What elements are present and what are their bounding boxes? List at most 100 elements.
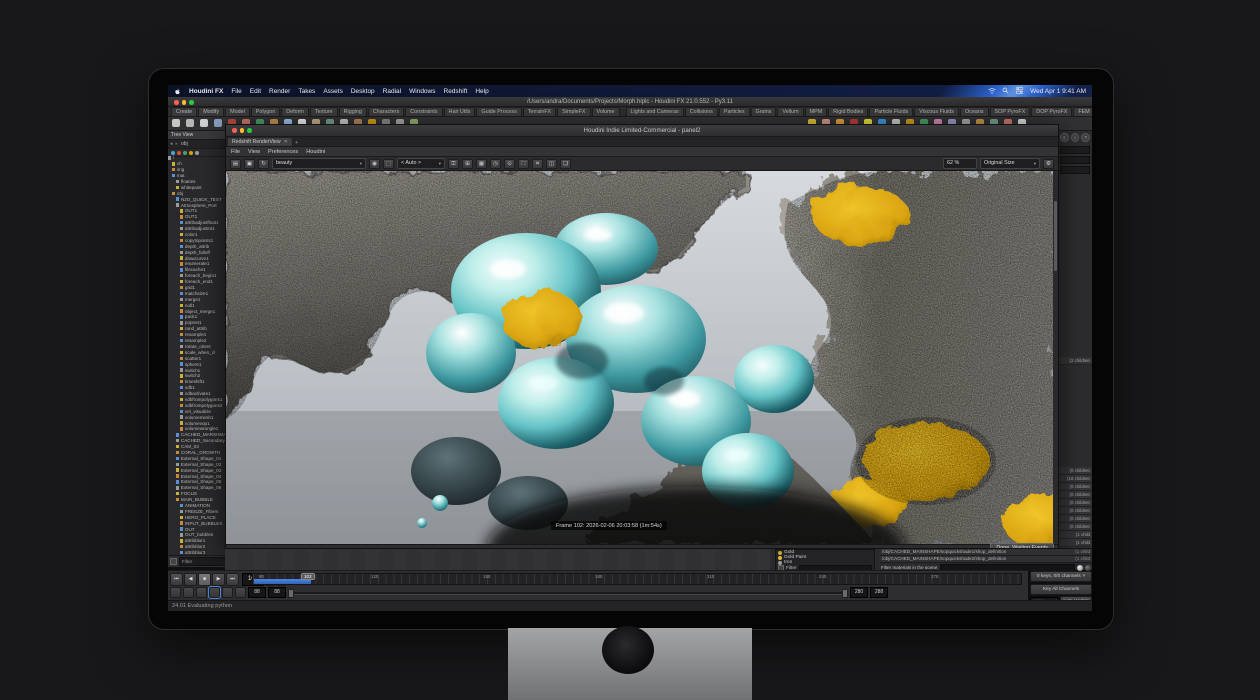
key-mode-icon[interactable] xyxy=(222,587,233,598)
key-all-channels-button[interactable]: Key All Channels xyxy=(1030,584,1092,595)
scroll-thumb[interactable] xyxy=(1054,201,1057,271)
loop-toggle-icon[interactable] xyxy=(196,587,207,598)
shelf-tab[interactable]: Volume xyxy=(592,107,620,116)
children-count-row[interactable]: (0 children xyxy=(1058,507,1092,515)
gear-icon[interactable]: ⚙ xyxy=(1043,159,1054,169)
render-window-titlebar[interactable]: Houdini Indie Limited-Commercial - panel… xyxy=(226,125,1058,137)
save-image-icon[interactable]: ▤ xyxy=(230,159,241,169)
shelf-tab[interactable]: Viscous Fluids xyxy=(914,107,959,116)
filter-dot-icon[interactable] xyxy=(177,151,181,155)
checker-icon[interactable]: ▦ xyxy=(476,159,487,169)
shelf-tool-icon[interactable] xyxy=(214,119,222,127)
minimize-window-icon[interactable] xyxy=(182,100,187,105)
layers-icon[interactable]: ❏ xyxy=(560,159,571,169)
zoom-window-icon[interactable] xyxy=(189,100,194,105)
zoom-tool-icon[interactable]: ⌕ xyxy=(1060,133,1069,142)
range-slider[interactable] xyxy=(288,588,848,597)
render-menu-item[interactable]: File xyxy=(231,149,240,155)
menubar-menu-item[interactable]: Redshift xyxy=(444,88,468,95)
shelf-tab[interactable]: Grains xyxy=(751,107,777,116)
control-center-icon[interactable] xyxy=(1016,87,1024,95)
shelf-tab[interactable]: Modify xyxy=(198,107,224,116)
target-icon[interactable]: ⊙ xyxy=(504,159,515,169)
children-count-row[interactable]: (0 children xyxy=(1058,491,1092,499)
menubar-menu-item[interactable]: Radial xyxy=(383,88,401,95)
play-button[interactable]: ▶ xyxy=(212,573,225,586)
shelf-tab[interactable]: SOP PyroFX xyxy=(990,107,1031,116)
range-start2-field[interactable]: 88 xyxy=(268,587,286,598)
realtime-toggle-icon[interactable] xyxy=(170,587,181,598)
zoom-percent-field[interactable]: 62 % xyxy=(943,158,977,169)
menubar-menu-item[interactable]: File xyxy=(231,88,241,95)
global-end-field[interactable]: 288 xyxy=(870,587,888,598)
filter-dot-icon[interactable] xyxy=(189,151,193,155)
tree-pane-tab[interactable]: Tree View xyxy=(168,131,227,140)
back-arrow-icon[interactable]: ◂ xyxy=(170,141,173,147)
close-tab-icon[interactable]: ✕ xyxy=(284,139,288,145)
range-slider-left-cap[interactable] xyxy=(288,589,294,598)
bucket-icon[interactable]: ◉ xyxy=(369,159,380,169)
info-icon[interactable]: i xyxy=(1071,133,1080,142)
shelf-tab[interactable]: Particles xyxy=(719,107,750,116)
add-tab-icon[interactable]: + xyxy=(295,140,298,146)
audio-toggle-icon[interactable] xyxy=(183,587,194,598)
compare-icon[interactable]: ◫ xyxy=(546,159,557,169)
shelf-tab[interactable]: SimpleFX xyxy=(557,107,590,116)
jump-end-button[interactable]: ⏭ xyxy=(226,573,239,586)
shelf-tab[interactable]: Hair Utils xyxy=(444,107,476,116)
refresh-icon[interactable]: ↻ xyxy=(258,159,269,169)
shelf-tab[interactable]: Collisions xyxy=(685,107,718,116)
shelf-tab[interactable]: MPM xyxy=(805,107,828,116)
children-count-row[interactable]: (18 children xyxy=(1058,475,1092,483)
material-ball-icon[interactable] xyxy=(1077,565,1083,571)
tree-filter-input[interactable]: Filter xyxy=(179,557,226,566)
render-scrollbar[interactable] xyxy=(1053,171,1058,544)
snapshot-icon[interactable]: ▣ xyxy=(244,159,255,169)
scope-icon[interactable] xyxy=(235,587,246,598)
menubar-menu-item[interactable]: Help xyxy=(475,88,488,95)
menubar-menu-item[interactable]: Assets xyxy=(323,88,343,95)
minimize-window-icon[interactable] xyxy=(240,128,245,133)
filter-dot-icon[interactable] xyxy=(183,151,187,155)
range-end-field[interactable]: 280 xyxy=(850,587,868,598)
menubar-menu-item[interactable]: Edit xyxy=(250,88,261,95)
filter-checkbox[interactable] xyxy=(170,558,177,565)
children-count-row[interactable]: (2 children xyxy=(1058,357,1092,365)
shelf-tab[interactable]: Oceans xyxy=(960,107,989,116)
network-editor-background[interactable] xyxy=(225,549,770,571)
expand-icon[interactable]: ⛶ xyxy=(518,159,529,169)
parameter-field[interactable] xyxy=(1060,166,1090,174)
size-select[interactable]: Original Size ▾ xyxy=(980,158,1040,169)
shelf-tool-icon[interactable] xyxy=(172,119,180,127)
children-count-row[interactable]: (0 children xyxy=(1058,467,1092,475)
shop-definition-row[interactable]: /obj/CACHED_MAINSHAPE/sopquickshade1/sho… xyxy=(880,549,1092,556)
shelf-tab[interactable]: Characters xyxy=(368,107,404,116)
close-window-icon[interactable] xyxy=(174,100,179,105)
children-count-row[interactable]: (0 children xyxy=(1058,483,1092,491)
shelf-tab[interactable]: TerrainFX xyxy=(523,107,556,116)
shelf-tab[interactable]: Create xyxy=(171,107,197,116)
playhead[interactable]: 102 xyxy=(301,573,315,580)
children-count-row[interactable]: (0 children xyxy=(1058,523,1092,531)
search-icon[interactable] xyxy=(1002,87,1010,95)
shelf-tab[interactable]: Rigid Bodies xyxy=(828,107,868,116)
follow-playhead-icon[interactable] xyxy=(209,587,220,598)
lock-icon[interactable]: ⚿ xyxy=(448,159,459,169)
close-window-icon[interactable] xyxy=(232,128,237,133)
children-count-row[interactable]: (1 child xyxy=(1058,539,1092,547)
shelf-tab[interactable]: Lights and Cameras xyxy=(626,107,684,116)
menubar-app-name[interactable]: Houdini FX xyxy=(189,88,223,95)
children-count-row[interactable]: (1 child xyxy=(1058,531,1092,539)
clock-icon[interactable]: ◷ xyxy=(490,159,501,169)
grid-icon[interactable]: ⊞ xyxy=(462,159,473,169)
render-menu-item[interactable]: View xyxy=(248,149,260,155)
help-icon[interactable]: ? xyxy=(1081,133,1090,142)
zoom-window-icon[interactable] xyxy=(247,128,252,133)
main-window-titlebar[interactable]: /Users/andra/Documents/Projects/Morph.hi… xyxy=(168,97,1092,107)
shelf-tab[interactable]: FEM xyxy=(1073,107,1092,116)
range-slider-right-cap[interactable] xyxy=(842,589,848,598)
shelf-tool-icon[interactable] xyxy=(186,119,194,127)
parameter-field[interactable] xyxy=(1060,156,1090,164)
aov-select[interactable]: beauty ▾ xyxy=(272,158,366,169)
menubar-clock[interactable]: Wed Apr 1 9:41 AM xyxy=(1030,88,1086,95)
